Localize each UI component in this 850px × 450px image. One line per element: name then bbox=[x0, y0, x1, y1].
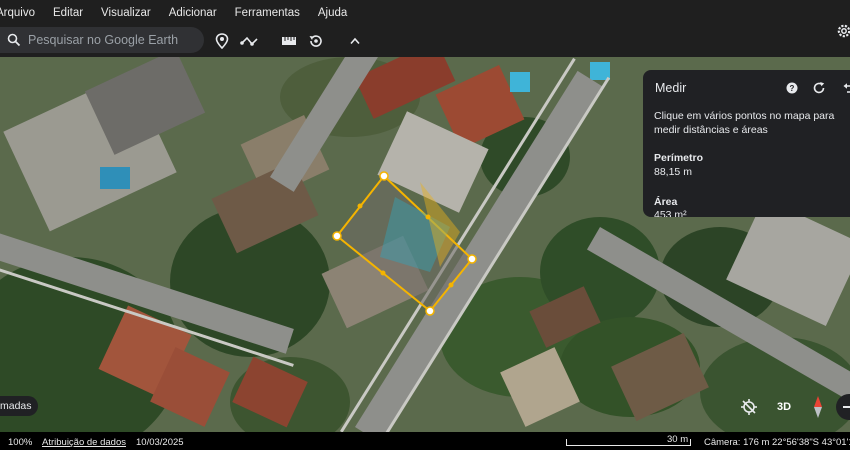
chevron-up-icon[interactable] bbox=[346, 32, 364, 50]
menu-arquivo[interactable]: Arquivo bbox=[0, 7, 35, 19]
search-icon[interactable] bbox=[0, 33, 28, 47]
status-bar: 100% Atribuição de dados 10/03/2025 30 m… bbox=[0, 432, 850, 450]
layers-button[interactable]: madas bbox=[0, 396, 38, 416]
view-3d-button[interactable]: 3D bbox=[770, 397, 798, 417]
scale-bar bbox=[566, 439, 691, 446]
menu-bar: Arquivo Editar Visualizar Adicionar Ferr… bbox=[0, 0, 850, 25]
refresh-icon[interactable] bbox=[811, 80, 827, 96]
menu-adicionar[interactable]: Adicionar bbox=[169, 7, 217, 19]
zoom-level: 100% bbox=[8, 437, 33, 448]
placemark-icon[interactable] bbox=[213, 32, 231, 50]
layers-off-icon[interactable] bbox=[738, 396, 760, 418]
measure-title: Medir bbox=[655, 81, 687, 95]
compass-icon[interactable] bbox=[806, 394, 830, 420]
menu-ferramentas[interactable]: Ferramentas bbox=[235, 7, 300, 19]
historical-imagery-icon[interactable] bbox=[307, 32, 325, 50]
area-label: Área bbox=[654, 196, 678, 208]
measure-instructions: Clique em vários pontos no mapa para med… bbox=[654, 110, 835, 136]
camera-altitude: Câmera: 176 m bbox=[704, 437, 770, 448]
menu-editar[interactable]: Editar bbox=[53, 7, 83, 19]
imagery-date: 10/03/2025 bbox=[136, 437, 184, 448]
coordinates: 22°56'38"S 43°01'1 bbox=[772, 437, 850, 448]
svg-text:?: ? bbox=[790, 84, 795, 93]
measure-panel: Medir ? Clique em vários pontos no mapa … bbox=[643, 70, 850, 217]
perimeter-value: 88,15 m bbox=[654, 166, 692, 178]
menu-ajuda[interactable]: Ajuda bbox=[318, 7, 347, 19]
search-input[interactable] bbox=[28, 33, 196, 47]
layers-label: madas bbox=[0, 400, 32, 412]
ruler-icon[interactable] bbox=[280, 32, 298, 50]
data-attribution-link[interactable]: Atribuição de dados bbox=[42, 437, 126, 448]
menu-visualizar[interactable]: Visualizar bbox=[101, 7, 151, 19]
undo-icon[interactable] bbox=[841, 80, 850, 96]
help-icon[interactable]: ? bbox=[785, 81, 799, 95]
search-box[interactable] bbox=[0, 27, 204, 53]
path-icon[interactable] bbox=[240, 32, 260, 50]
area-value: 453 m² bbox=[654, 209, 687, 217]
perimeter-label: Perímetro bbox=[654, 152, 704, 164]
settings-icon[interactable] bbox=[835, 22, 850, 40]
toolbar bbox=[0, 22, 850, 57]
